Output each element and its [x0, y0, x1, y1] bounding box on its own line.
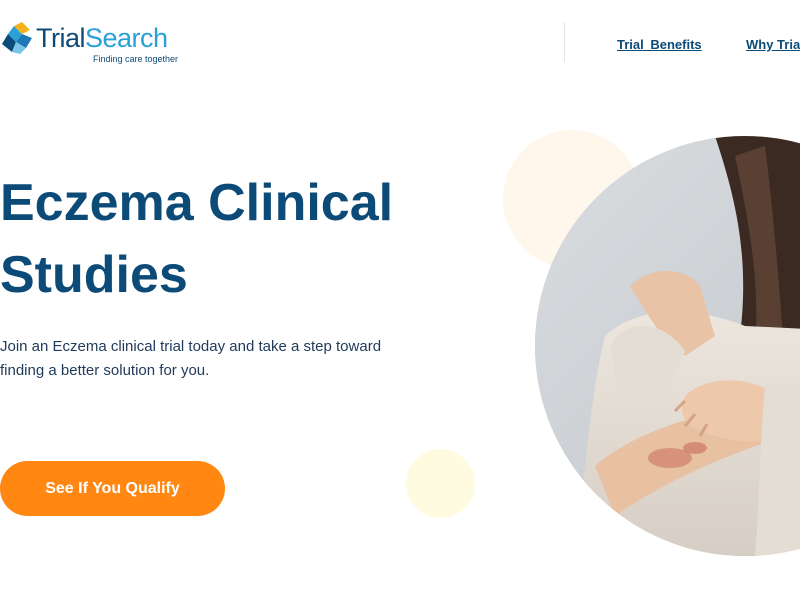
nav-link-trial-benefits[interactable]: Trial Benefits: [617, 37, 702, 52]
brand-name-part1: Trial: [36, 23, 86, 53]
hero-subtitle: Join an Eczema clinical trial today and …: [0, 338, 382, 379]
see-if-you-qualify-button[interactable]: See If You Qualify: [0, 461, 225, 516]
logo-mark-icon: [2, 22, 32, 54]
brand-tagline: Finding care together: [93, 54, 179, 64]
nav-link-why-trial[interactable]: Why Trial: [746, 37, 800, 52]
site-header: TrialSearch Finding care together Trial …: [0, 0, 800, 90]
nav-divider: [564, 22, 565, 62]
hero-title: Eczema Clinical Studies: [0, 174, 394, 304]
brand-logo[interactable]: TrialSearch Finding care together: [0, 20, 190, 70]
landing-page: TrialSearch Finding care together Trial …: [0, 0, 800, 600]
brand-name: TrialSearch: [36, 22, 168, 54]
decorative-yellow-circle: [406, 449, 475, 518]
brand-name-part2: Search: [85, 23, 168, 53]
